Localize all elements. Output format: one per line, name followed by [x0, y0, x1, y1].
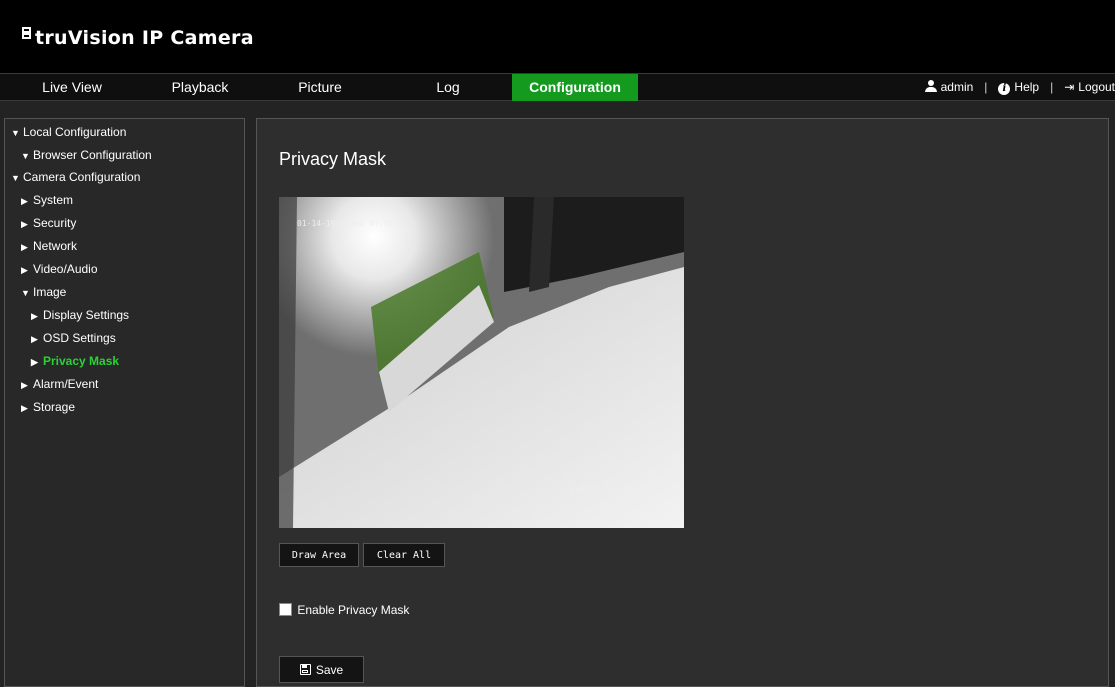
config-sidebar: ▼ Local Configuration ▼ Browser Configurat… [4, 118, 245, 687]
expand-arrow-icon: ▶ [31, 357, 38, 367]
save-button[interactable]: Save [279, 656, 364, 683]
tab-picture[interactable]: Picture [256, 74, 384, 101]
expand-arrow-icon: ▶ [21, 242, 28, 252]
user-icon [924, 80, 937, 92]
expand-arrow-icon: ▼ [21, 288, 30, 298]
logo: truVision IP Camera [22, 27, 254, 49]
user-menu: admin | i Help | ⇥ Logout [924, 74, 1115, 101]
draw-area-button[interactable]: Draw Area [279, 543, 359, 567]
tree-label: Local Configuration [23, 125, 127, 139]
logo-icon [22, 27, 34, 45]
osd-camera-name: Camera 01 [571, 484, 615, 493]
clear-all-button[interactable]: Clear All [363, 543, 445, 567]
tree-label: Privacy Mask [43, 354, 120, 368]
tree-label: Camera Configuration [23, 170, 141, 184]
expand-arrow-icon: ▶ [21, 196, 28, 206]
tree-display-settings[interactable]: ▶ Display Settings [31, 308, 129, 322]
separator: | [984, 80, 988, 94]
osd-datetime: 01-14-1970 Wed 07:09:57 [297, 219, 408, 228]
tab-log[interactable]: Log [384, 74, 512, 101]
expand-arrow-icon: ▶ [21, 403, 28, 413]
save-icon [299, 664, 311, 675]
expand-arrow-icon: ▼ [11, 173, 20, 183]
tree-label: System [33, 193, 74, 207]
tree-camera-configuration[interactable]: ▼ Camera Configuration [11, 170, 140, 184]
tree-osd-settings[interactable]: ▶ OSD Settings [31, 331, 116, 345]
app-header: truVision IP Camera [0, 0, 1115, 73]
camera-frame-image [279, 197, 684, 528]
logout-icon: ⇥ [1064, 80, 1075, 94]
help-link[interactable]: i Help [998, 80, 1040, 95]
tree-label: Video/Audio [33, 262, 98, 276]
tree-network[interactable]: ▶ Network [21, 239, 77, 253]
tree-label: Display Settings [43, 308, 130, 322]
tree-image[interactable]: ▼ Image [21, 285, 66, 299]
tree-label: Storage [33, 400, 76, 414]
tree-label: Alarm/Event [33, 377, 99, 391]
expand-arrow-icon: ▶ [21, 219, 28, 229]
tree-browser-configuration[interactable]: ▼ Browser Configuration [21, 148, 152, 162]
expand-arrow-icon: ▼ [11, 128, 20, 138]
video-preview[interactable]: 01-14-1970 Wed 07:09:57 Camera 01 [279, 197, 684, 528]
page-title: Privacy Mask [279, 149, 387, 169]
separator: | [1050, 80, 1054, 94]
tree-label: Security [33, 216, 77, 230]
tree-privacy-mask[interactable]: ▶ Privacy Mask [31, 354, 119, 368]
enable-privacy-mask-row: Enable Privacy Mask [279, 603, 409, 617]
user-link[interactable]: admin [924, 80, 974, 94]
tree-label: Network [33, 239, 78, 253]
username: admin [940, 80, 974, 94]
expand-arrow-icon: ▶ [21, 265, 28, 275]
top-navbar: Live View Playback Picture Log Configura… [0, 73, 1115, 101]
logo-brand: truVision [35, 27, 135, 49]
tab-playback[interactable]: Playback [144, 74, 256, 101]
logout-label: Logout [1078, 80, 1115, 94]
tree-security[interactable]: ▶ Security [21, 216, 76, 230]
expand-arrow-icon: ▶ [31, 311, 38, 321]
tab-live-view[interactable]: Live View [0, 74, 144, 101]
expand-arrow-icon: ▶ [21, 380, 28, 390]
tree-label: OSD Settings [43, 331, 116, 345]
expand-arrow-icon: ▼ [21, 151, 30, 161]
help-label: Help [1014, 80, 1040, 94]
tree-label: Image [33, 285, 67, 299]
tree-storage[interactable]: ▶ Storage [21, 400, 75, 414]
logo-product: IP Camera [141, 27, 254, 49]
main-panel: Privacy Mask 01-14-1970 Wed 07:09:57 Cam… [256, 118, 1109, 687]
enable-privacy-mask-checkbox[interactable] [279, 603, 292, 616]
help-icon: i [998, 83, 1011, 95]
logout-link[interactable]: ⇥ Logout [1064, 80, 1115, 94]
save-label: Save [315, 663, 344, 677]
enable-privacy-mask-label: Enable Privacy Mask [297, 603, 410, 617]
tree-local-configuration[interactable]: ▼ Local Configuration [11, 125, 126, 139]
tree-system[interactable]: ▶ System [21, 193, 73, 207]
tree-video-audio[interactable]: ▶ Video/Audio [21, 262, 98, 276]
tree-alarm-event[interactable]: ▶ Alarm/Event [21, 377, 98, 391]
expand-arrow-icon: ▶ [31, 334, 38, 344]
tab-configuration[interactable]: Configuration [512, 74, 638, 101]
tree-label: Browser Configuration [33, 148, 152, 162]
